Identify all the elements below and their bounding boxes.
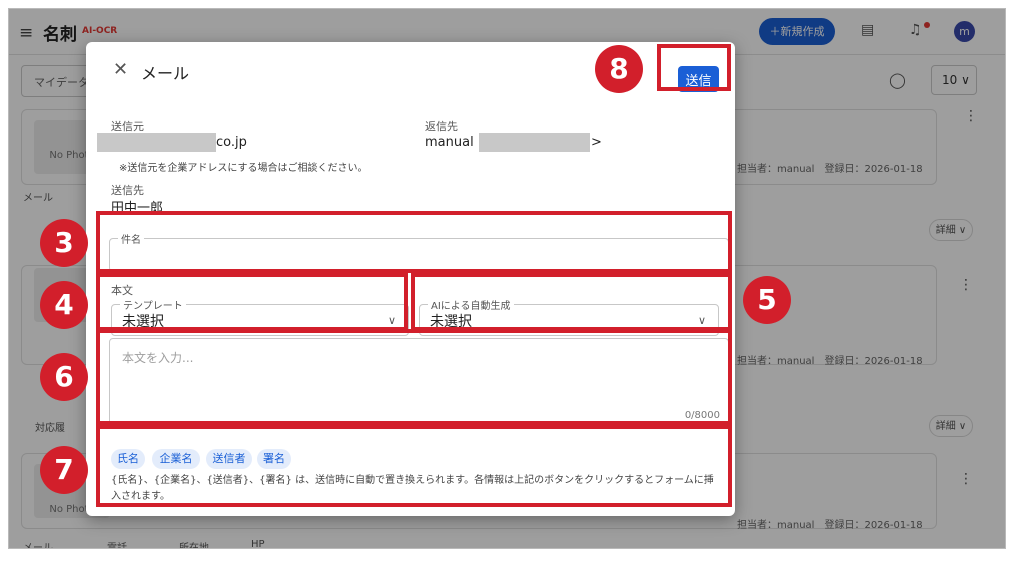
annotation-badge-5: 5 bbox=[743, 276, 791, 324]
from-value: co.jp bbox=[216, 135, 247, 150]
redacted-reply-to bbox=[479, 133, 590, 152]
annotation-box-6 bbox=[96, 329, 732, 425]
annotation-badge-4: 4 bbox=[40, 281, 88, 329]
annotation-box-8 bbox=[657, 44, 731, 91]
close-icon[interactable]: ✕ bbox=[113, 59, 128, 80]
annotation-box-5 bbox=[411, 273, 732, 331]
from-label: 送信元 bbox=[111, 120, 144, 133]
annotation-badge-7: 7 bbox=[40, 446, 88, 494]
from-note: ※送信元を企業アドレスにする場合はご相談ください。 bbox=[119, 163, 368, 174]
annotation-box-4 bbox=[96, 273, 408, 331]
reply-to-label: 返信先 bbox=[425, 120, 458, 133]
annotation-badge-6: 6 bbox=[40, 353, 88, 401]
annotation-badge-3: 3 bbox=[40, 219, 88, 267]
annotation-badge-8: 8 bbox=[595, 45, 643, 93]
annotation-box-3 bbox=[96, 211, 732, 273]
annotation-box-7 bbox=[96, 425, 732, 507]
dialog-title: メール bbox=[141, 64, 190, 83]
app-window: ≡ 名刺 AI-OCR ＋新規作成 ▤ ♫ m マイデータ ◯ 10 ∨ No … bbox=[8, 8, 1006, 549]
redacted-from bbox=[97, 133, 216, 152]
reply-to-suffix: > bbox=[591, 135, 602, 150]
to-label: 送信先 bbox=[111, 184, 144, 197]
